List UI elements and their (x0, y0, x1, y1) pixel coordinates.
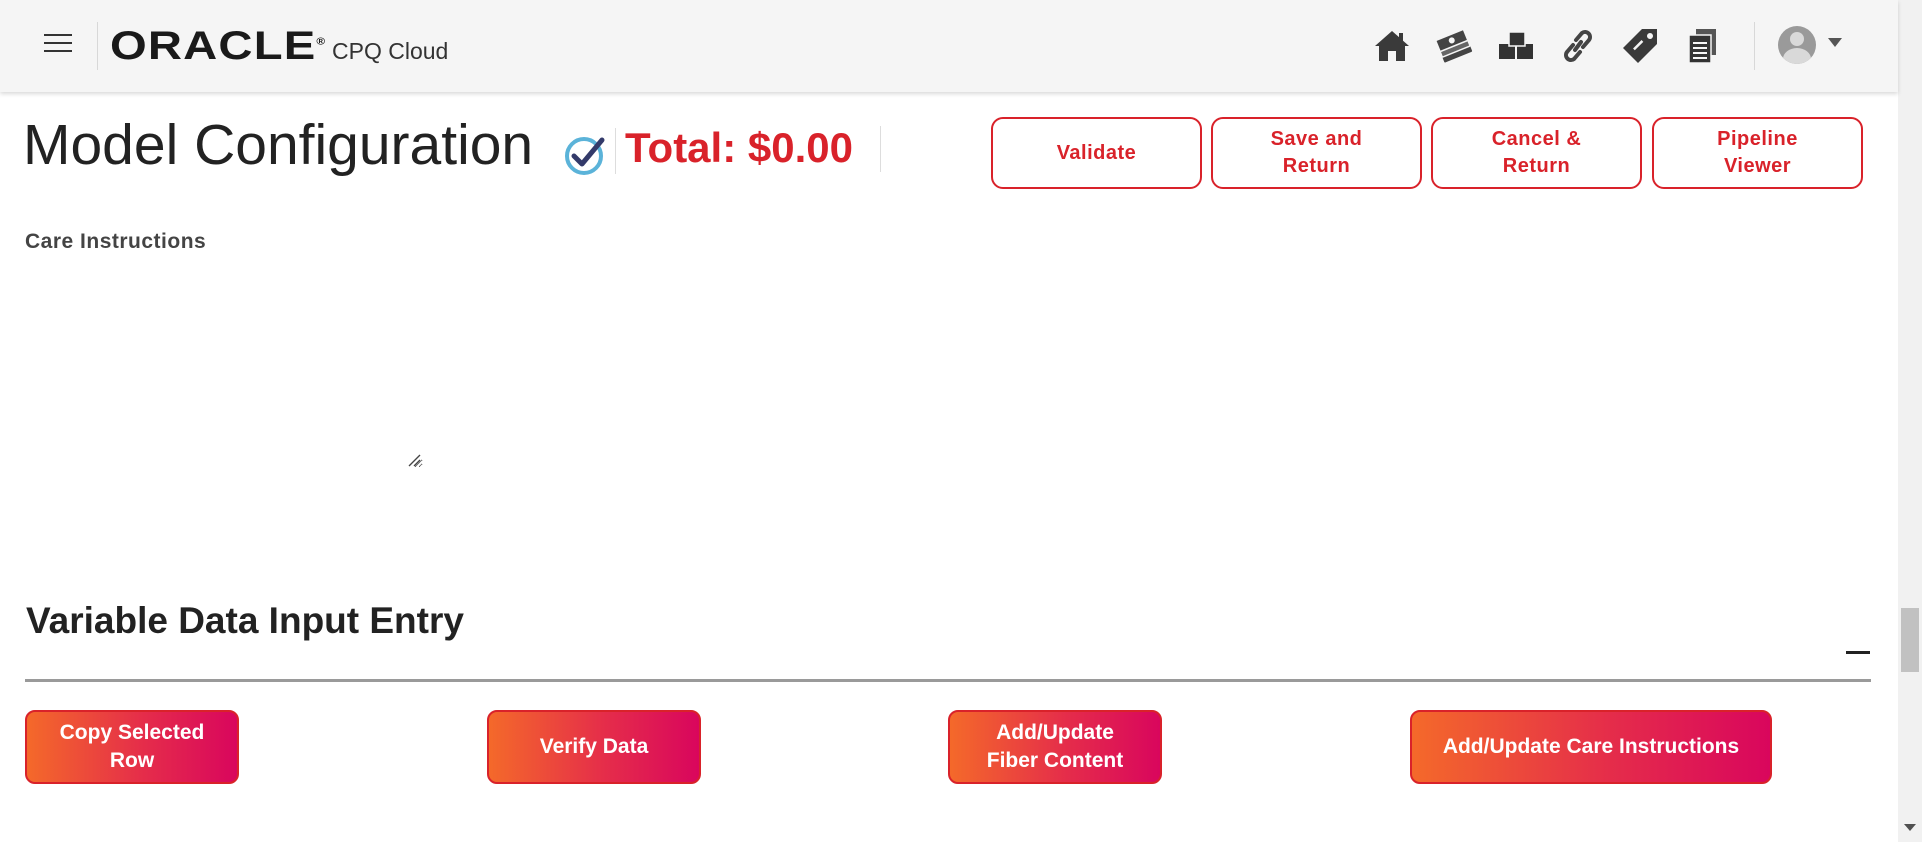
link-icon[interactable] (1554, 22, 1602, 70)
section-divider (25, 679, 1871, 682)
blocks-icon[interactable] (1492, 22, 1540, 70)
total-price: Total: $0.00 (625, 124, 853, 171)
hamburger-menu-icon[interactable] (44, 34, 72, 54)
add-update-care-instructions-button[interactable]: Add/Update Care Instructions (1410, 710, 1772, 784)
save-and-return-button[interactable]: Save and Return (1211, 117, 1422, 189)
care-instructions-label: Care Instructions (25, 230, 207, 253)
validated-check-icon (565, 137, 605, 175)
section-title: Variable Data Input Entry (26, 600, 464, 641)
chevron-down-icon[interactable] (1828, 38, 1842, 47)
money-icon[interactable] (1430, 22, 1478, 70)
page-title: Model Configuration (23, 113, 534, 177)
divider (880, 126, 881, 172)
product-name: CPQ Cloud (332, 38, 449, 64)
verify-data-button[interactable]: Verify Data (487, 710, 701, 784)
pipeline-viewer-button[interactable]: Pipeline Viewer (1652, 117, 1863, 189)
validate-button[interactable]: Validate (991, 117, 1202, 189)
home-icon[interactable] (1368, 22, 1416, 70)
care-instructions-textarea[interactable] (25, 262, 423, 468)
tag-icon[interactable] (1616, 22, 1664, 70)
divider (615, 128, 616, 174)
scrollbar-thumb[interactable] (1901, 608, 1919, 672)
cancel-and-return-button[interactable]: Cancel & Return (1431, 117, 1642, 189)
scroll-down-arrow-icon[interactable] (1904, 824, 1916, 831)
divider (1754, 22, 1755, 70)
user-avatar-icon[interactable] (1778, 26, 1816, 64)
oracle-logo[interactable]: ORACLE® (110, 24, 326, 69)
collapse-section-icon[interactable] (1846, 638, 1870, 658)
copy-selected-row-button[interactable]: Copy Selected Row (25, 710, 239, 784)
add-update-fiber-content-button[interactable]: Add/Update Fiber Content (948, 710, 1162, 784)
resize-handle-icon[interactable] (406, 452, 422, 468)
divider (97, 22, 98, 70)
top-bar: ORACLE® CPQ Cloud (0, 0, 1898, 92)
nav-icon-group (1368, 22, 1726, 70)
documents-icon[interactable] (1678, 22, 1726, 70)
vertical-scrollbar[interactable] (1898, 0, 1922, 842)
